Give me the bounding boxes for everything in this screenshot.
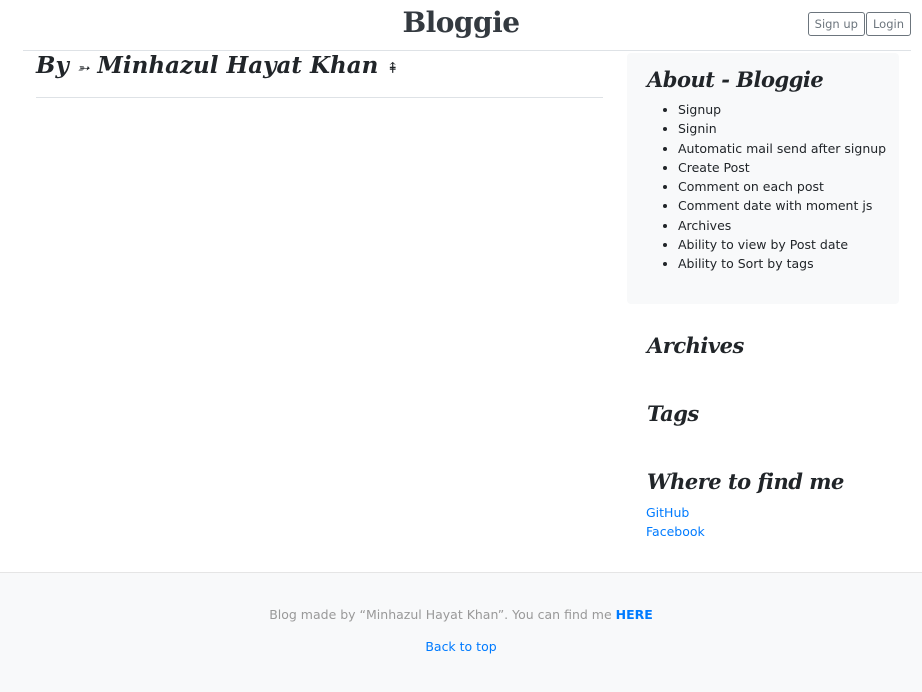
site-header: Bloggie Sign up Login (0, 0, 922, 50)
social-links: GitHub Facebook (646, 503, 705, 541)
login-button[interactable]: Login (865, 12, 911, 36)
title-prefix: By (36, 52, 69, 79)
github-link[interactable]: GitHub (646, 503, 705, 522)
list-item: Comment on each post (678, 177, 886, 196)
about-panel: About - Bloggie Signup Signin Automatic … (627, 53, 899, 304)
here-link[interactable]: HERE (616, 607, 653, 622)
list-item: Ability to Sort by tags (678, 254, 886, 273)
feature-list: Signup Signin Automatic mail send after … (647, 100, 886, 274)
site-footer: Blog made by “Minhazul Hayat Khan”. You … (0, 572, 922, 692)
list-item: Ability to view by Post date (678, 235, 886, 254)
list-item: Signup (678, 100, 886, 119)
list-item: Signin (678, 119, 886, 138)
arrow-left-icon: ⇞ (386, 59, 399, 77)
list-item: Archives (678, 216, 886, 235)
where-heading: Where to find me (647, 469, 844, 494)
arrow-right-icon: ➳ (76, 59, 90, 77)
back-to-top-link[interactable]: Back to top (425, 639, 496, 654)
signup-button[interactable]: Sign up (807, 12, 865, 36)
about-title: About - Bloggie (647, 67, 824, 92)
footer-credit: Blog made by “Minhazul Hayat Khan”. You … (269, 607, 612, 622)
back-to-top: Back to top (0, 639, 922, 654)
author-title: By ➳ Minhazul Hayat Khan ⇞ (36, 50, 399, 84)
list-item: Automatic mail send after signup (678, 139, 886, 158)
author-name: Minhazul Hayat Khan (97, 52, 379, 79)
archives-heading: Archives (647, 333, 744, 358)
facebook-link[interactable]: Facebook (646, 522, 705, 541)
list-item: Create Post (678, 158, 886, 177)
brand-title[interactable]: Bloggie (0, 6, 922, 39)
list-item: Comment date with moment js (678, 196, 886, 215)
tags-heading: Tags (647, 401, 699, 426)
title-divider (36, 97, 603, 98)
footer-text: Blog made by “Minhazul Hayat Khan”. You … (0, 607, 922, 622)
auth-buttons: Sign up Login (807, 12, 911, 36)
